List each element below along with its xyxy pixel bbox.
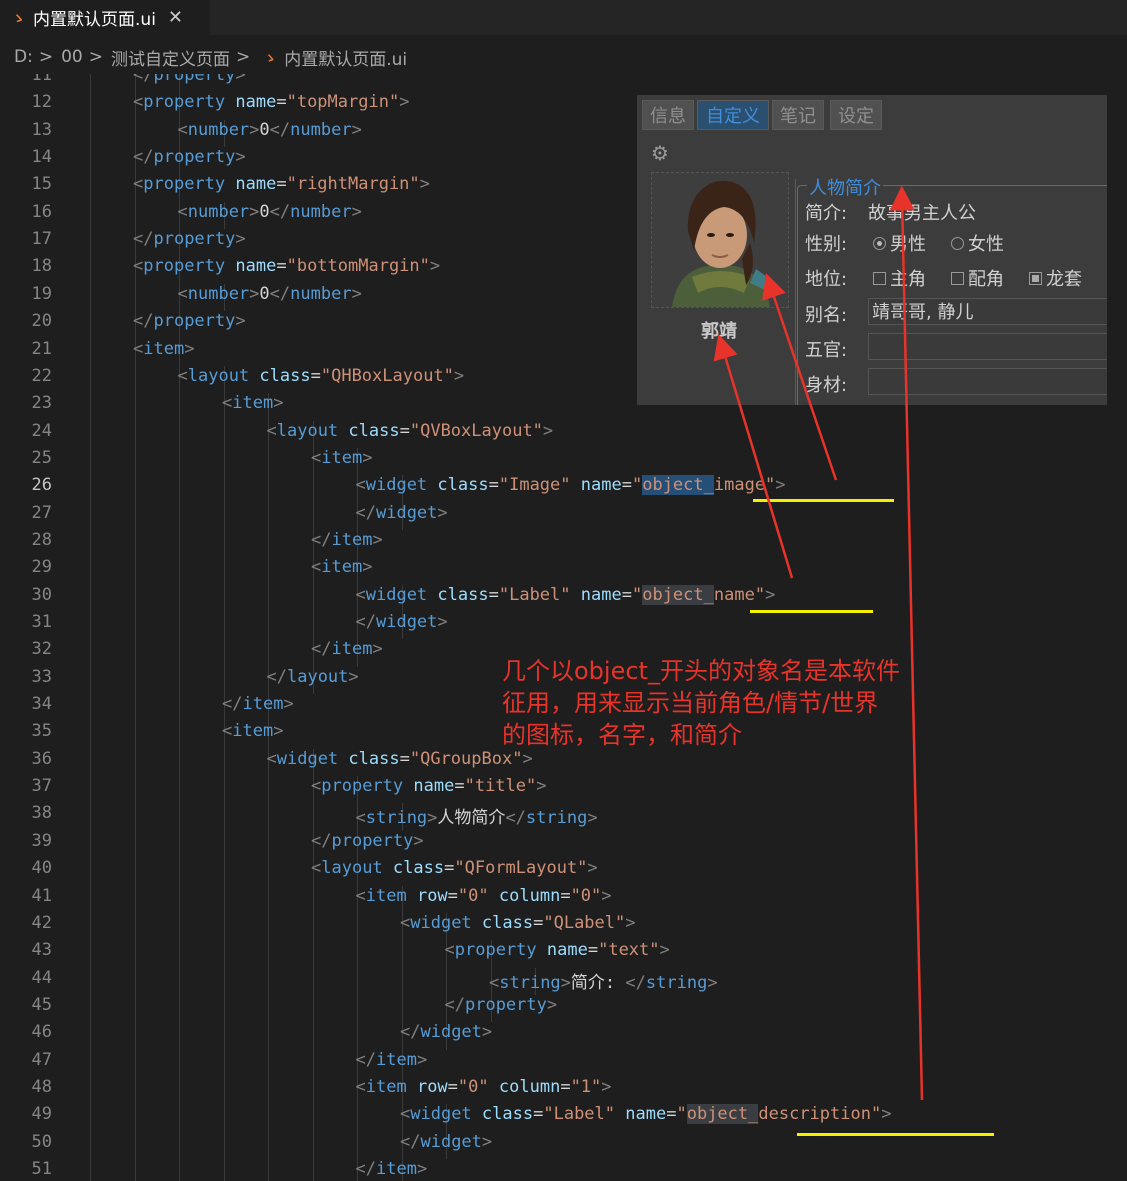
- arrow-to-name: [713, 334, 794, 579]
- arrow-to-image: [762, 273, 838, 481]
- annotation-arrows: [713, 185, 924, 1101]
- arrow-to-description: [889, 185, 924, 1101]
